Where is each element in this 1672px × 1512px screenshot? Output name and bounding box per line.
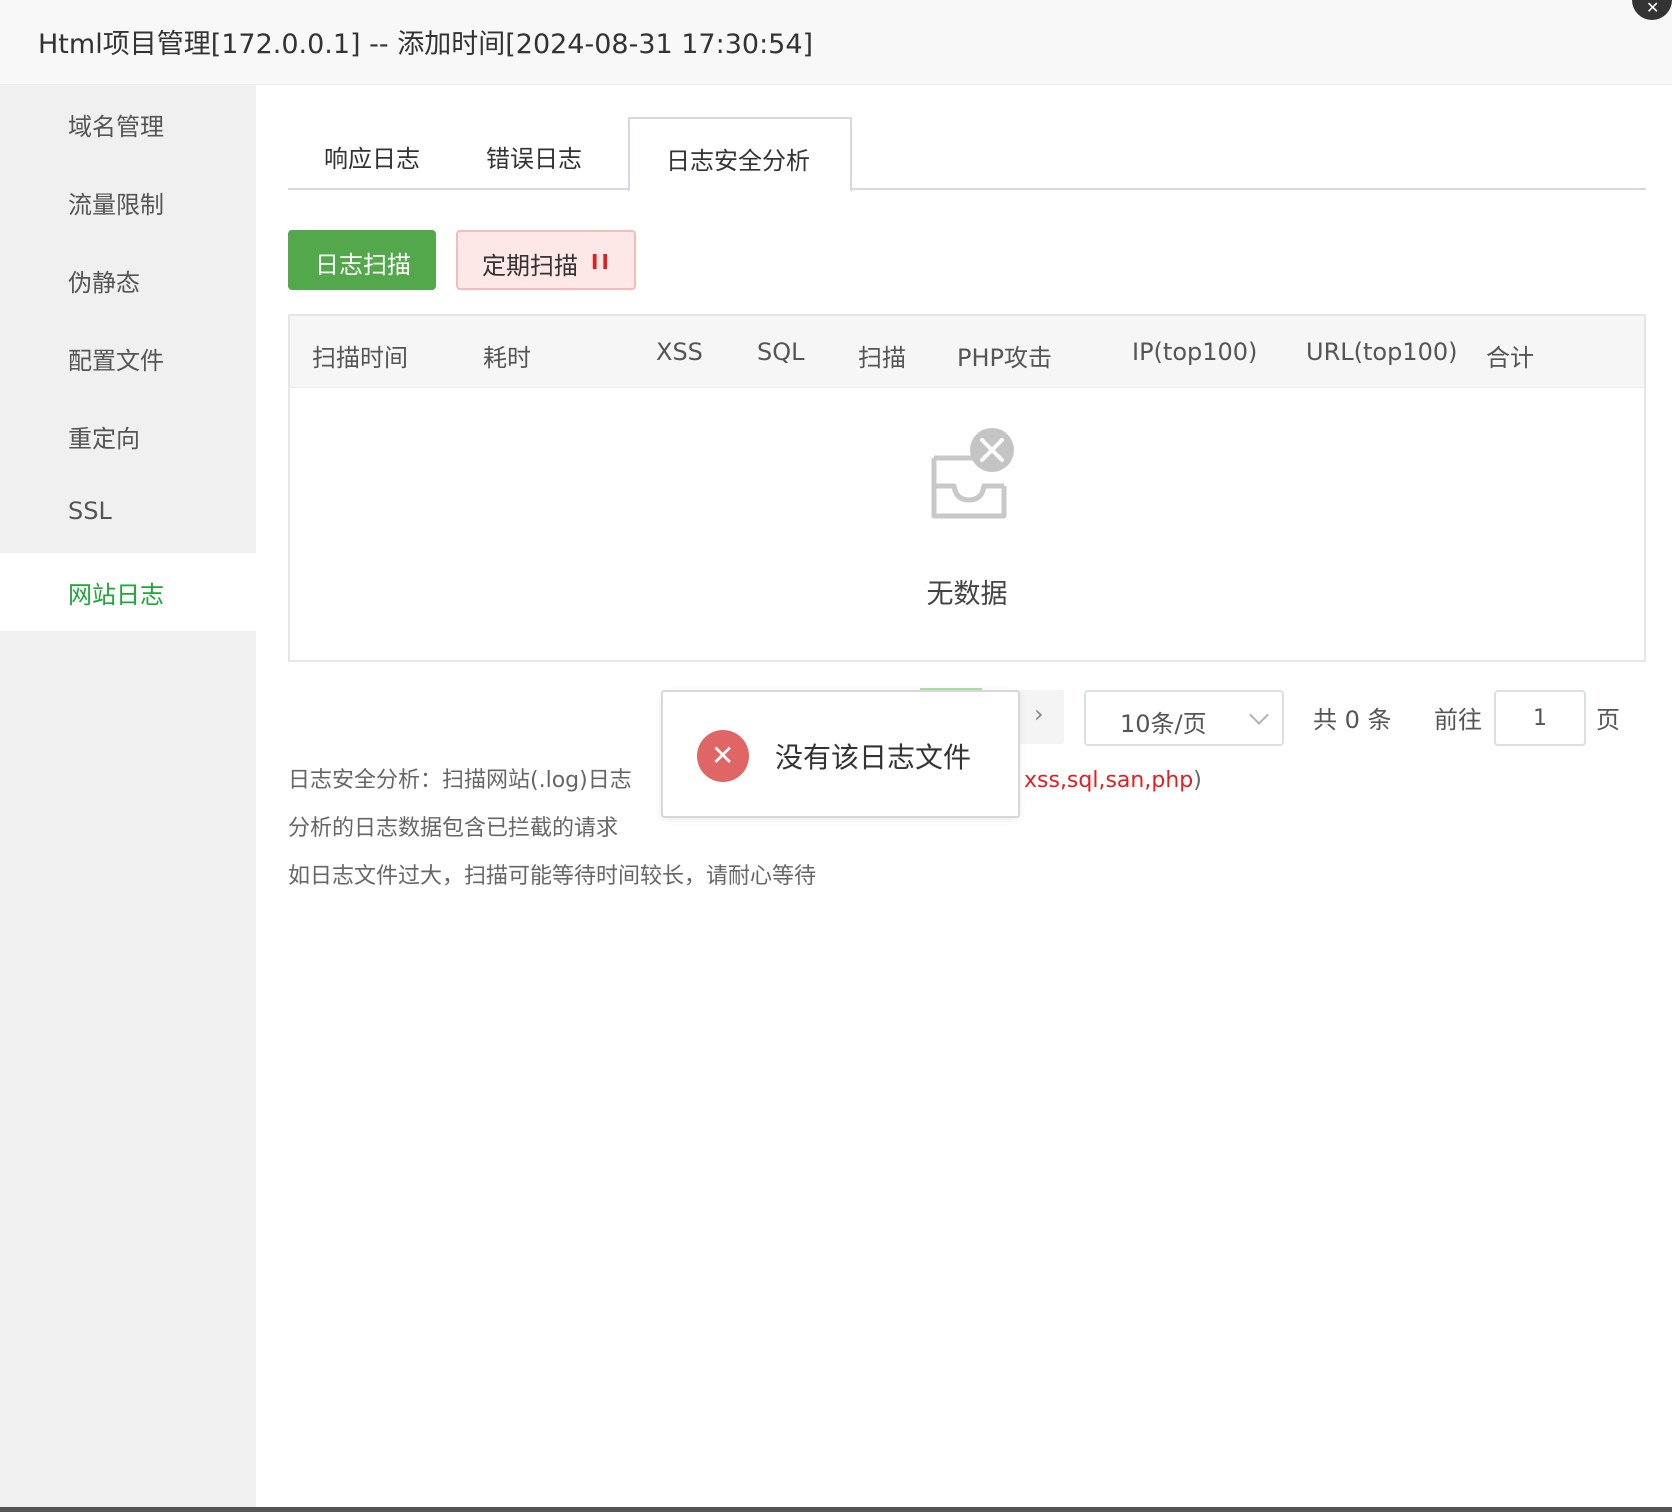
table-header: 扫描时间 耗时 XSS SQL 扫描 PHP攻击 IP(top100) URL(… — [290, 316, 1644, 388]
sidebar-item-label: 网站日志 — [68, 581, 164, 609]
tab-label: 错误日志 — [486, 145, 582, 173]
column-header: 合计 — [1486, 344, 1534, 372]
tab-label: 日志安全分析 — [666, 147, 810, 175]
tab-response-log[interactable]: 响应日志 — [288, 117, 458, 190]
page-size-value: 10条/页 — [1120, 710, 1207, 738]
column-header: 扫描 — [858, 344, 906, 372]
page-size-select[interactable]: 10条/页 — [1084, 690, 1284, 746]
dialog-title: Html项目管理[172.0.0.1] -- 添加时间[2024-08-31 1… — [38, 29, 814, 60]
log-scan-button[interactable]: 日志扫描 — [288, 230, 436, 290]
empty-text: 无数据 — [926, 579, 1008, 610]
log-tabs: 响应日志 错误日志 日志安全分析 — [288, 117, 1646, 192]
tab-log-security-analysis[interactable]: 日志安全分析 — [628, 117, 852, 192]
next-page-button[interactable]: › — [1020, 690, 1064, 744]
project-dialog: Html项目管理[172.0.0.1] -- 添加时间[2024-08-31 1… — [0, 0, 1672, 1512]
goto-label: 前往 — [1434, 706, 1482, 734]
column-header: SQL — [757, 338, 805, 366]
chevron-down-icon — [1249, 705, 1269, 725]
sidebar-item-label: 配置文件 — [68, 347, 164, 375]
sidebar-item-label: 伪静态 — [68, 269, 140, 297]
note-text: ) — [1193, 768, 1202, 793]
sidebar: 域名管理 流量限制 伪静态 配置文件 重定向 SSL 网站日志 — [0, 85, 256, 1507]
sidebar-item-config[interactable]: 配置文件 — [0, 319, 256, 397]
column-header: PHP攻击 — [957, 344, 1052, 372]
error-icon: ✕ — [697, 730, 749, 782]
toast-message: 没有该日志文件 — [775, 741, 972, 774]
button-label: 日志扫描 — [315, 251, 411, 279]
note-line-3: 如日志文件过大，扫描可能等待时间较长，请耐心等待 — [288, 864, 817, 889]
sidebar-item-traffic-limit[interactable]: 流量限制 — [0, 163, 256, 241]
empty-state: 无数据 — [290, 388, 1644, 660]
scan-results-table: 扫描时间 耗时 XSS SQL 扫描 PHP攻击 IP(top100) URL(… — [288, 314, 1646, 662]
column-header: 耗时 — [483, 344, 531, 372]
sidebar-item-rewrite[interactable]: 伪静态 — [0, 241, 256, 319]
button-label: 定期扫描 — [482, 252, 578, 280]
dialog-titlebar: Html项目管理[172.0.0.1] -- 添加时间[2024-08-31 1… — [0, 0, 1672, 85]
chevron-right-icon: › — [1034, 700, 1044, 728]
tab-error-log[interactable]: 错误日志 — [458, 117, 628, 190]
column-header: URL(top100) — [1306, 338, 1458, 366]
sidebar-item-label: 域名管理 — [68, 113, 164, 141]
sidebar-item-ssl[interactable]: SSL — [0, 475, 256, 553]
page-suffix: 页 — [1596, 706, 1620, 734]
column-header: 扫描时间 — [312, 344, 408, 372]
bottom-edge — [0, 1507, 1672, 1512]
page-number-input[interactable] — [1494, 690, 1586, 746]
pause-icon: II — [591, 250, 612, 274]
empty-inbox-icon — [931, 428, 1014, 519]
error-toast: ✕ 没有该日志文件 — [661, 690, 1020, 818]
column-header: IP(top100) — [1132, 338, 1258, 366]
sidebar-item-domain[interactable]: 域名管理 — [0, 85, 256, 163]
note-line-1-tail: xss,sql,san,php) — [1024, 757, 1202, 805]
periodic-scan-button[interactable]: 定期扫描 II — [456, 230, 636, 290]
sidebar-item-site-log[interactable]: 网站日志 — [0, 553, 256, 631]
close-button[interactable]: ✕ — [1632, 0, 1672, 20]
sidebar-item-label: SSL — [68, 497, 112, 525]
tab-label: 响应日志 — [324, 145, 420, 173]
sidebar-item-label: 流量限制 — [68, 191, 164, 219]
total-count: 共 0 条 — [1313, 706, 1392, 734]
note-text: 日志安全分析：扫描网站(.log)日志 — [288, 768, 632, 793]
sidebar-item-redirect[interactable]: 重定向 — [0, 397, 256, 475]
close-icon[interactable]: ✕ — [1646, 0, 1659, 17]
column-header: XSS — [656, 338, 703, 366]
error-glyph: ✕ — [711, 739, 735, 772]
sidebar-item-label: 重定向 — [68, 425, 140, 453]
attack-types-highlight: xss,sql,san,php — [1024, 768, 1194, 793]
